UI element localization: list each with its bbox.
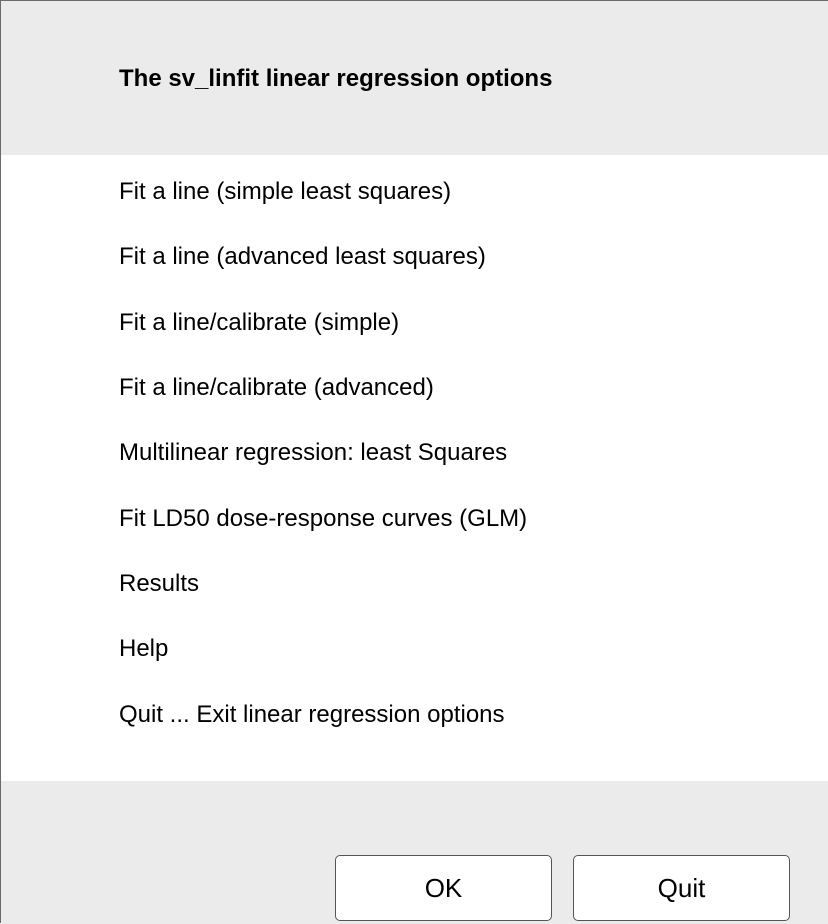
option-help[interactable]: Help — [119, 635, 168, 663]
regression-options-dialog: The sv_linfit linear regression options … — [0, 0, 828, 924]
dialog-footer: OK Quit — [1, 781, 828, 924]
option-multilinear-regression[interactable]: Multilinear regression: least Squares — [119, 439, 507, 467]
option-results[interactable]: Results — [119, 570, 199, 598]
option-fit-line-calibrate-simple[interactable]: Fit a line/calibrate (simple) — [119, 309, 399, 337]
option-quit-exit[interactable]: Quit ... Exit linear regression options — [119, 701, 505, 729]
option-fit-line-simple-least-squares[interactable]: Fit a line (simple least squares) — [119, 178, 451, 206]
option-fit-line-advanced-least-squares[interactable]: Fit a line (advanced least squares) — [119, 243, 486, 271]
quit-button[interactable]: Quit — [573, 855, 790, 921]
options-list: Fit a line (simple least squares) Fit a … — [1, 155, 828, 781]
dialog-header: The sv_linfit linear regression options — [1, 1, 828, 155]
option-fit-ld50-dose-response[interactable]: Fit LD50 dose-response curves (GLM) — [119, 505, 527, 533]
dialog-title: The sv_linfit linear regression options — [119, 65, 553, 92]
option-fit-line-calibrate-advanced[interactable]: Fit a line/calibrate (advanced) — [119, 374, 434, 402]
ok-button[interactable]: OK — [335, 855, 552, 921]
